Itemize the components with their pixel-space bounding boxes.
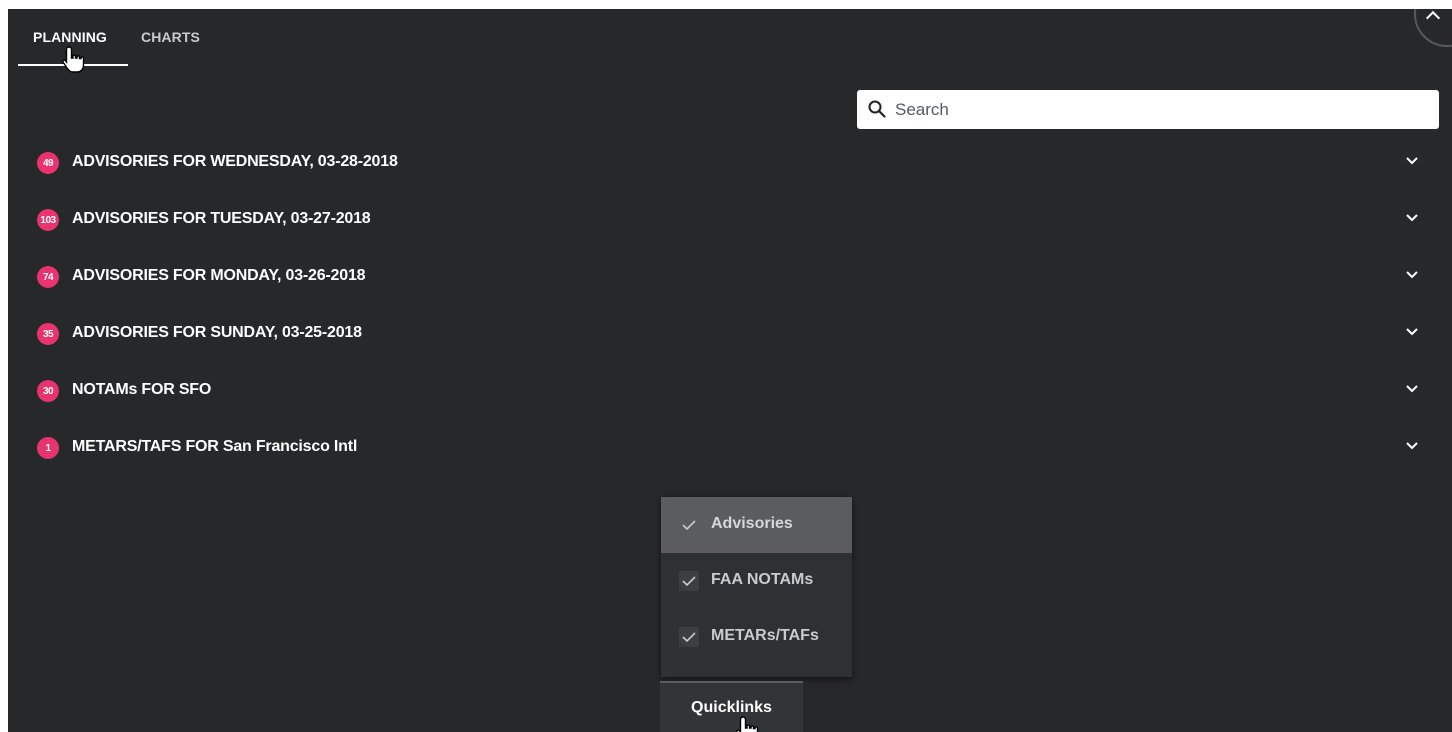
search-input[interactable]: [895, 90, 1425, 129]
count-badge: 74: [37, 266, 59, 288]
checkbox[interactable]: [679, 571, 699, 591]
chevron-down-icon[interactable]: [1405, 213, 1419, 223]
section-advisories-monday[interactable]: 74 ADVISORIES FOR MONDAY, 03-26-2018: [8, 256, 1452, 296]
section-title: ADVISORIES FOR MONDAY, 03-26-2018: [72, 267, 366, 284]
menu-item-advisories[interactable]: Advisories: [661, 497, 852, 553]
section-title: ADVISORIES FOR SUNDAY, 03-25-2018: [72, 324, 362, 341]
section-title: NOTAMs FOR SFO: [72, 381, 212, 398]
menu-item-faa-notams[interactable]: FAA NOTAMs: [661, 553, 852, 609]
chevron-down-icon[interactable]: [1405, 156, 1419, 166]
section-advisories-wednesday[interactable]: 49 ADVISORIES FOR WEDNESDAY, 03-28-2018: [8, 142, 1452, 182]
menu-item-label: FAA NOTAMs: [711, 571, 814, 588]
chevron-down-icon[interactable]: [1405, 270, 1419, 280]
menu-item-label: METARs/TAFs: [711, 627, 819, 644]
section-advisories-tuesday[interactable]: 103 ADVISORIES FOR TUESDAY, 03-27-2018: [8, 199, 1452, 239]
tab-planning[interactable]: PLANNING: [33, 29, 107, 45]
menu-item-metars-tafs[interactable]: METARs/TAFs: [661, 609, 852, 665]
tab-bar: PLANNING CHARTS: [8, 9, 308, 69]
search-icon: [868, 100, 886, 118]
corner-control-button[interactable]: [1414, 9, 1452, 47]
count-badge: 49: [37, 152, 59, 174]
check-icon: [682, 632, 696, 643]
hand-pointer-icon: [62, 46, 85, 73]
chevron-down-icon[interactable]: [1405, 384, 1419, 394]
count-badge: 35: [37, 323, 59, 345]
chevron-down-icon[interactable]: [1405, 327, 1419, 337]
section-title: ADVISORIES FOR WEDNESDAY, 03-28-2018: [72, 153, 398, 170]
count-badge: 1: [37, 437, 59, 459]
count-badge: 30: [37, 380, 59, 402]
tab-charts[interactable]: CHARTS: [141, 29, 200, 45]
checkbox[interactable]: [679, 627, 699, 647]
section-advisories-sunday[interactable]: 35 ADVISORIES FOR SUNDAY, 03-25-2018: [8, 313, 1452, 353]
count-badge: 103: [37, 209, 59, 231]
check-icon: [682, 576, 696, 587]
menu-item-label: Advisories: [711, 515, 793, 532]
search-box[interactable]: [857, 90, 1439, 129]
check-icon: [682, 520, 696, 531]
section-notams-sfo[interactable]: 30 NOTAMs FOR SFO: [8, 370, 1452, 410]
section-title: METARS/TAFS FOR San Francisco Intl: [72, 438, 358, 455]
section-metars-tafs[interactable]: 1 METARS/TAFS FOR San Francisco Intl: [8, 427, 1452, 467]
checkbox[interactable]: [679, 515, 699, 535]
app-window: PLANNING CHARTS 49 ADVISORIES FOR WEDNES…: [8, 9, 1452, 732]
section-title: ADVISORIES FOR TUESDAY, 03-27-2018: [72, 210, 371, 227]
chevron-down-icon[interactable]: [1405, 441, 1419, 451]
hand-pointer-icon: [736, 716, 759, 732]
quicklinks-menu: Advisories FAA NOTAMs METARs/TAFs: [661, 497, 852, 677]
quicklinks-button[interactable]: Quicklinks: [660, 681, 803, 732]
